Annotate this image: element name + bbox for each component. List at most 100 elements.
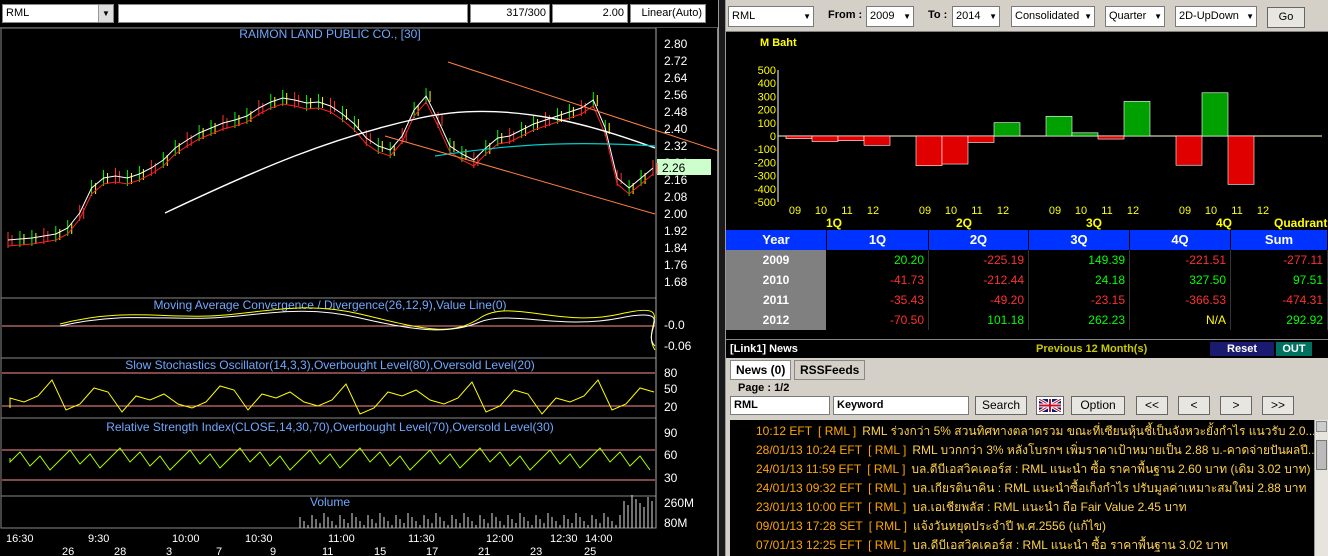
news-symbol-input[interactable]: RML [730,396,830,415]
view-select[interactable]: 2D-UpDown ▼ [1175,6,1257,27]
period-select[interactable]: Quarter ▼ [1105,6,1165,27]
profit-bar [1045,115,1073,137]
statement-value: Consolidated [1015,10,1080,22]
news-item[interactable]: 07/01/13 12:25 EFT [ RML ] บล.ดีบีเอสวิคเค… [730,536,1228,555]
news-item[interactable]: 24/01/13 09:32 EFT [ RML ] บล.เกียรตินาคิน… [730,479,1306,498]
long-ma-line [164,110,656,214]
news-symbol: [ RML ] [868,443,907,457]
table-cell: 149.39 [1029,250,1130,270]
time-tick-label: 12:30 [550,533,578,545]
chart-step: 2.00 [552,4,628,23]
price-tick-label: 1.76 [664,258,688,272]
scroll-up-icon[interactable] [1316,421,1327,432]
col-4q: 4Q [1130,230,1231,250]
period-value: Quarter [1109,10,1147,22]
nav-next-button[interactable]: > [1220,396,1252,415]
panel-splitter[interactable] [718,0,726,556]
profit-bar [1071,132,1099,137]
quarter-label: 3Q [1086,216,1102,230]
year-tick-label: 09 [919,205,931,217]
keyword-input[interactable]: Keyword [833,396,969,415]
filter-symbol-select[interactable]: RML ▼ [728,6,814,27]
table-cell: -366.53 [1130,290,1231,310]
out-button[interactable]: OUT [1276,342,1312,356]
nav-prev-button[interactable]: < [1178,396,1210,415]
year-tick-label: 12 [1127,205,1139,217]
news-item[interactable]: 24/01/13 11:59 EFT [ RML ] บล.ดีบีเอสวิคเค… [730,460,1311,479]
tab-rssfeeds[interactable]: RSSFeeds [794,360,866,380]
reset-button[interactable]: Reset [1210,342,1274,356]
scale-mode[interactable]: Linear(Auto) [630,4,706,23]
year-tick-label: 11 [971,205,982,217]
stoch-label: Slow Stochastics Oscillator(14,3,3),Over… [125,358,535,372]
from-year-select[interactable]: 2009 ▼ [866,6,914,27]
table-cell: -225.19 [929,250,1029,270]
profit-bar [967,135,995,143]
statement-select[interactable]: Consolidated ▼ [1011,6,1095,27]
candlestick-series [7,88,658,248]
news-symbol: [ RML ] [818,424,857,438]
price-chart-canvas[interactable]: RAIMON LAND PUBLIC CO., [30] 2.80 2.72 2.64… [0,28,718,556]
to-year-select[interactable]: 2014 ▼ [952,6,1000,27]
scroll-thumb[interactable] [1316,440,1327,470]
volume-label: Volume [310,495,350,509]
profit-bar [785,135,813,139]
table-cell: -49.20 [929,290,1029,310]
news-item[interactable]: 10:12 EFT [ RML ] RML ร่วงกว่า 5% สวนทิศทา… [730,422,1314,441]
rsi-tick-label: 60 [664,448,678,462]
news-time: 23/01/13 10:00 EFT [756,500,863,514]
table-cell: 101.18 [929,310,1029,330]
time-tick-label: 16:30 [6,533,34,545]
to-label: To : [928,9,948,21]
price-tick-label: 2.08 [664,190,688,204]
financial-filter-bar: RML ▼ From : 2009 ▼ To : 2014 ▼ Consolidate… [726,0,1328,32]
row-year: 2009 [726,250,827,270]
nav-last-button[interactable]: >> [1262,396,1294,415]
y-tick-label: 0 [770,131,776,143]
col-1q: 1Q [827,230,929,250]
news-item[interactable]: 09/01/13 17:28 SET [ RML ] แจ้งวันหยุดประจ… [730,517,1106,536]
tab-news[interactable]: News (0) [730,360,792,380]
chevron-down-icon[interactable]: ▼ [98,5,113,22]
option-button[interactable]: Option [1071,396,1125,415]
volume-tick-label: 260M [664,496,694,510]
news-time: 10:12 EFT [756,424,813,438]
row-year: 2012 [726,310,827,330]
from-label: From : [828,9,863,21]
go-button[interactable]: Go [1267,7,1305,28]
view-value: 2D-UpDown [1179,10,1239,22]
news-headline: บล.เกียรตินาคิน : RML แนะนำซื้อเก็งกำไร … [912,481,1307,495]
col-2q: 2Q [929,230,1029,250]
chart-symbol-select[interactable]: RML ▼ [2,4,114,23]
language-flag-icon[interactable] [1036,396,1064,415]
news-item[interactable]: 23/01/13 10:00 EFT [ RML ] บล.เอเชียพลัส :… [730,498,1187,517]
table-header-row: Year 1Q 2Q 3Q 4Q Sum [726,230,1328,250]
time-tick-label: 10:00 [172,533,200,545]
date-tick-label: 17 [426,546,438,556]
news-scrollbar[interactable] [1314,420,1328,556]
news-item[interactable]: 28/01/13 10:24 EFT [ RML ] RML บวกกว่า 3% … [730,441,1314,460]
profit-bar [811,135,839,142]
y-tick-label: -500 [754,197,776,209]
search-button[interactable]: Search [975,396,1027,415]
stoch-tick-label: 80 [664,366,678,380]
date-tick-label: 25 [584,546,596,556]
news-headline: บล.ดีบีเอสวิคเคอร์ส : RML แนะนำ ซื้อ ราค… [912,538,1229,552]
profit-bar [1227,135,1255,185]
year-tick-label: 12 [1257,205,1269,217]
col-year: Year [726,230,827,250]
date-tick-label: 3 [166,546,172,556]
price-tick-label: 1.92 [664,224,688,238]
table-row: 2009 20.20 -225.19 149.39 -221.51 -277.11 [726,250,1328,270]
date-tick-label: 26 [62,546,74,556]
news-time: 09/01/13 17:28 SET [756,519,863,533]
time-tick-label: 14:00 [585,533,613,545]
price-tick-label: 2.32 [664,139,688,153]
news-list: 10:12 EFT [ RML ] RML ร่วงกว่า 5% สวนทิศทา… [730,420,1314,556]
time-tick-label: 10:30 [245,533,273,545]
table-cell: -23.15 [1029,290,1130,310]
price-tick-label: 2.64 [664,71,688,85]
year-tick-label: 11 [1101,205,1112,217]
nav-first-button[interactable]: << [1136,396,1168,415]
news-title: [Link1] News [730,343,798,355]
